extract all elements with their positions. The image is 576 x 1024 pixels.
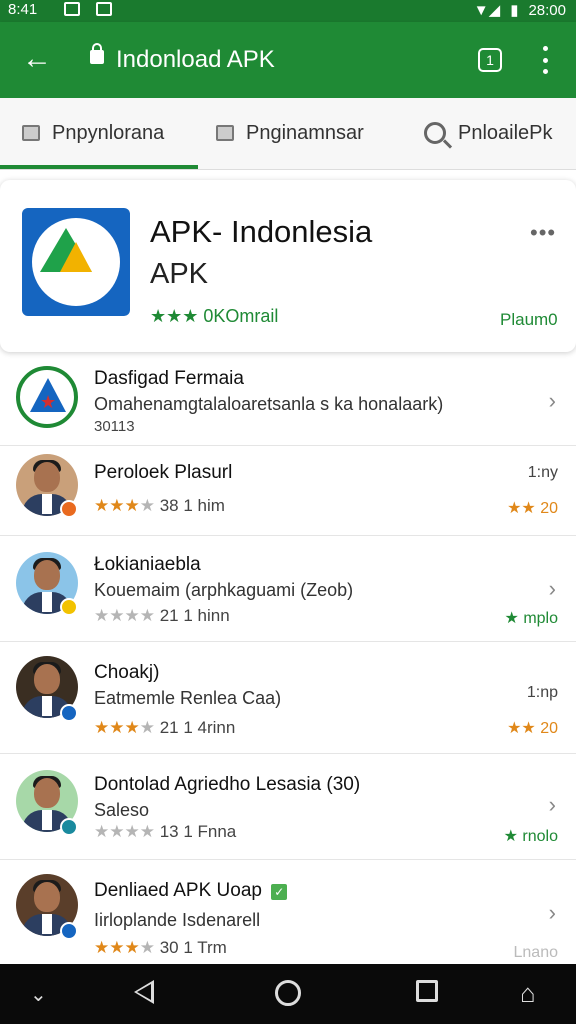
app-subtitle: APK xyxy=(150,258,209,290)
item-rating-right: ★ rnolo xyxy=(503,828,558,845)
app-logo xyxy=(22,208,130,316)
star-rating-icon: ★★★ xyxy=(94,718,140,737)
system-nav-bar: ⌄ ⌂ xyxy=(0,964,576,1024)
item-title: Dasfigad Fermaia xyxy=(94,368,244,389)
tab-label: Pnginamnsar xyxy=(246,121,364,144)
item-rating: ★★★★ 21 1 4rinn xyxy=(94,718,235,738)
status-badge xyxy=(60,704,78,722)
list-item[interactable]: Choakj) Eatmemle Renlea Caa) ★★★★ 21 1 4… xyxy=(0,642,576,754)
tab-3[interactable]: PnloailePk xyxy=(424,98,553,168)
item-title: Denliaed APK Uoap ✓ xyxy=(94,880,288,902)
item-rating-right: ★★ 20 xyxy=(507,500,558,517)
tab-2[interactable]: Pnginamnsar xyxy=(216,98,364,168)
app-rating: ★★★ 0KOmrail xyxy=(150,306,279,326)
item-meta: 30113 xyxy=(94,418,135,435)
list-item[interactable]: Łokianiaebla Kouemaim (arphkaguami (Zeob… xyxy=(0,536,576,642)
item-title: Choakj) xyxy=(94,662,160,683)
lock-icon xyxy=(90,43,104,64)
chevron-right-icon[interactable]: › xyxy=(549,792,556,818)
chevron-right-icon[interactable]: › xyxy=(549,900,556,926)
app-header-card: APK- Indonlesia APK ★★★ 0KOmrail ••• Pla… xyxy=(0,180,576,352)
tab-switcher-icon[interactable]: 1 xyxy=(478,48,502,72)
item-subtitle: Saleso xyxy=(94,800,150,820)
status-badge xyxy=(60,598,78,616)
item-title: Łokianiaebla xyxy=(94,554,201,575)
header-action-link[interactable]: Plaum0 xyxy=(500,310,558,330)
status-bar: 8:41 ▼◢ ▮ 28:00 xyxy=(0,0,576,22)
item-time: 1:ny xyxy=(527,464,558,481)
rating-text: 13 1 Fnna xyxy=(159,822,237,841)
url-bar[interactable]: Indonload APK xyxy=(116,46,275,74)
item-subtitle: Eatmemle Renlea Caa) xyxy=(94,688,282,708)
item-rating: ★★★★ 38 1 him xyxy=(94,496,225,516)
status-clock: 28:00 xyxy=(528,1,566,19)
status-badge xyxy=(60,922,78,940)
notification-icon xyxy=(96,2,112,16)
tab-label: PnloailePk xyxy=(458,121,553,144)
rating-text: 30 1 Trm xyxy=(159,938,227,957)
item-rating: ★★★★ 13 1 Fnna xyxy=(94,822,236,842)
chevron-right-icon[interactable]: › xyxy=(549,576,556,602)
status-right: ▼◢ ▮ 28:00 xyxy=(473,1,566,20)
chevron-right-icon[interactable]: › xyxy=(549,388,556,414)
item-title-text: Denliaed APK Uoap xyxy=(94,880,262,901)
chevron-down-icon[interactable]: ⌄ xyxy=(30,982,47,1007)
tab-page-icon xyxy=(216,125,234,141)
tab-page-icon xyxy=(22,125,40,141)
notification-icon xyxy=(64,2,80,16)
status-time: 8:41 xyxy=(8,1,38,18)
tab-bar: Pnpynlorana Pnginamnsar PnloailePk xyxy=(0,98,576,170)
star-empty-icon: ★ xyxy=(139,938,155,957)
status-notification-icons xyxy=(64,2,112,16)
tab-1[interactable]: Pnpynlorana xyxy=(22,98,164,168)
star-empty-icon: ★★★★ xyxy=(94,822,155,841)
status-badge xyxy=(60,818,78,836)
battery-icon: ▮ xyxy=(510,2,519,19)
verified-icon: ✓ xyxy=(271,884,288,900)
recent-apps-icon[interactable] xyxy=(416,980,438,1002)
rating-text: 21 1 4rinn xyxy=(159,718,236,737)
list-item[interactable]: Denliaed APK Uoap ✓ Iirloplande Isdenare… xyxy=(0,860,576,964)
star-empty-icon: ★ xyxy=(139,718,155,737)
star-rating-icon: ★★★ xyxy=(94,496,140,515)
item-rating: ★★★★ 30 1 Trm xyxy=(94,938,227,958)
item-time: 1:np xyxy=(526,684,558,701)
item-title: Peroloek Plasurl xyxy=(94,462,233,483)
back-arrow-icon[interactable]: ← xyxy=(22,44,52,74)
tab-label: Pnpynlorana xyxy=(52,121,165,144)
item-subtitle: Iirloplande Isdenarell xyxy=(94,910,261,930)
list-item[interactable]: Dontolad Agriedho Lesasia (30) Saleso ★★… xyxy=(0,754,576,860)
list-item[interactable]: ★ Dasfigad Fermaia Omahenamgtalaloaretsa… xyxy=(0,354,576,446)
item-rating-right: ★★ 20 xyxy=(507,720,558,737)
rating-text: 21 1 hinn xyxy=(159,606,230,625)
rating-text: 38 1 him xyxy=(159,496,225,515)
item-subtitle: Omahenamgtalaloaretsanla s ka honalaark) xyxy=(94,394,444,414)
more-options-icon[interactable]: ••• xyxy=(530,220,556,246)
accessibility-icon[interactable]: ⌂ xyxy=(520,978,536,1009)
star-empty-icon: ★★★★ xyxy=(94,606,155,625)
item-title: Dontolad Agriedho Lesasia (30) xyxy=(94,774,361,795)
item-subtitle: Kouemaim (arphkaguami (Zeob) xyxy=(94,580,354,600)
home-icon[interactable] xyxy=(275,980,301,1006)
star-empty-icon: ★ xyxy=(139,496,155,515)
status-badge xyxy=(60,500,78,518)
browser-app-bar: ← Indonload APK 1 xyxy=(0,22,576,98)
list-item[interactable]: Peroloek Plasurl ★★★★ 38 1 him 1:ny ★★ 2… xyxy=(0,446,576,536)
item-rating-right: ★ mplo xyxy=(504,610,558,627)
app-icon: ★ xyxy=(16,366,78,428)
item-rating-right: Lnano xyxy=(513,944,559,961)
tab-indicator xyxy=(0,165,198,169)
wifi-icon: ▼◢ xyxy=(473,2,501,19)
star-rating-icon: ★★★ xyxy=(94,938,140,957)
back-icon[interactable] xyxy=(134,980,154,1004)
app-title: APK- Indonlesia xyxy=(150,214,373,249)
item-rating: ★★★★ 21 1 hinn xyxy=(94,606,230,626)
overflow-menu-icon[interactable] xyxy=(540,46,550,74)
search-icon xyxy=(424,122,446,144)
